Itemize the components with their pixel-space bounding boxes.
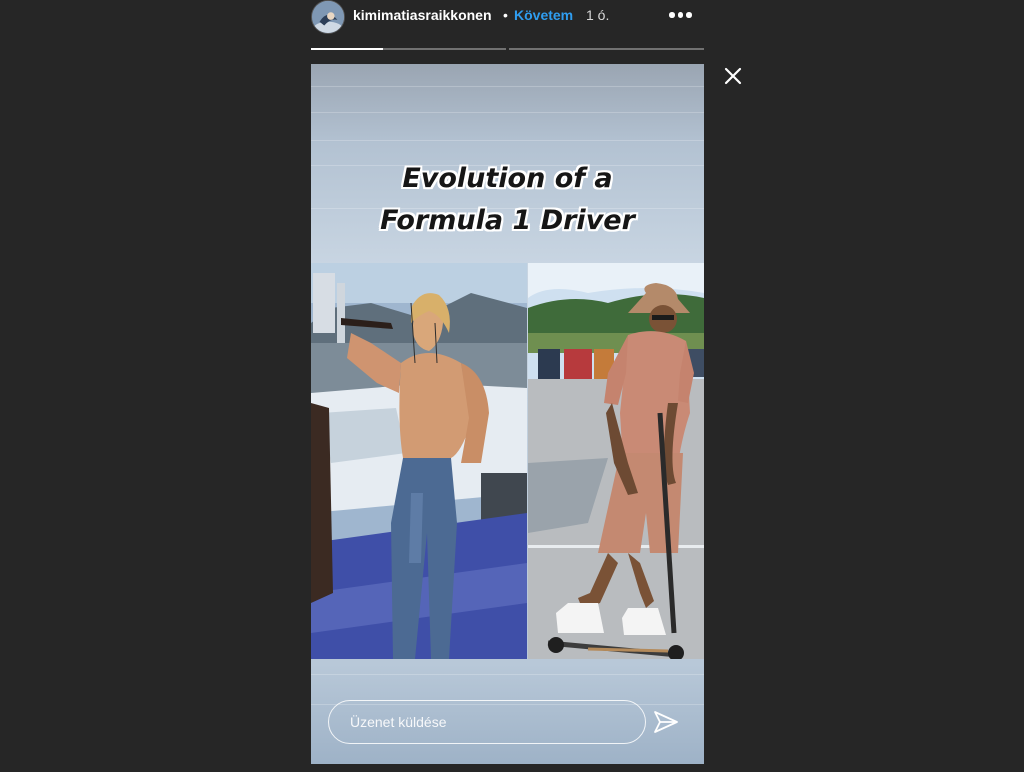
driver-1970s-photo xyxy=(311,263,527,659)
story-progress-2 xyxy=(509,48,704,50)
close-icon[interactable] xyxy=(722,65,744,87)
story-progress-1 xyxy=(311,48,506,50)
driver-modern-photo xyxy=(528,263,704,659)
send-icon[interactable] xyxy=(653,710,679,734)
message-input[interactable] xyxy=(328,700,646,744)
story-caption: Evolution of a Formula 1 Driver xyxy=(311,158,704,242)
follow-button[interactable]: Követem xyxy=(514,6,573,24)
separator-dot: • xyxy=(503,7,508,23)
more-options-icon[interactable] xyxy=(669,8,695,22)
caption-line-2: Formula 1 Driver xyxy=(380,205,635,236)
caption-line-1: Evolution of a xyxy=(402,163,613,194)
story-content[interactable]: Evolution of a Formula 1 Driver xyxy=(311,64,704,764)
username[interactable]: kimimatiasraikkonen xyxy=(353,6,492,24)
avatar[interactable] xyxy=(311,0,345,34)
post-time: 1 ó. xyxy=(586,7,610,23)
